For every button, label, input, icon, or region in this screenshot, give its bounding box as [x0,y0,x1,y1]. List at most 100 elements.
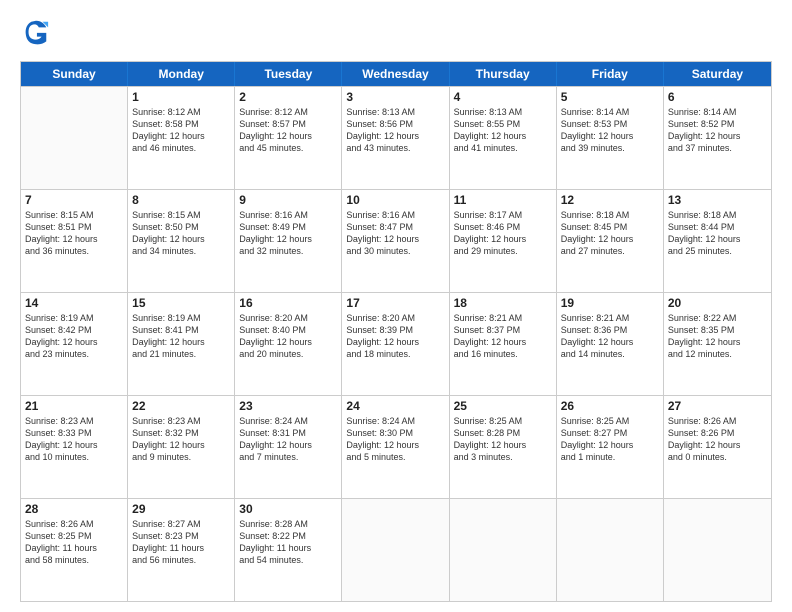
day-number: 13 [668,193,767,207]
header-day-friday: Friday [557,62,664,86]
day-details: Sunrise: 8:15 AMSunset: 8:51 PMDaylight:… [25,209,123,258]
calendar-day-12: 12 Sunrise: 8:18 AMSunset: 8:45 PMDayligh… [557,190,664,292]
calendar-day-23: 23 Sunrise: 8:24 AMSunset: 8:31 PMDayligh… [235,396,342,498]
calendar-day-16: 16Sunrise: 8:20 AMSunset: 8:40 PMDayligh… [235,293,342,395]
day-number: 24 [346,399,444,413]
calendar-day-25: 25 Sunrise: 8:25 AMSunset: 8:28 PMDayligh… [450,396,557,498]
day-number: 11 [454,193,552,207]
calendar-empty [664,499,771,601]
calendar-day-15: 15 Sunrise: 8:19 AMSunset: 8:41 PMDayligh… [128,293,235,395]
calendar-day-17: 17 Sunrise: 8:20 AMSunset: 8:39 PMDayligh… [342,293,449,395]
day-number: 29 [132,502,230,516]
day-details: Sunrise: 8:13 AMSunset: 8:55 PMDaylight:… [454,106,552,155]
calendar-day-27: 27 Sunrise: 8:26 AMSunset: 8:26 PMDayligh… [664,396,771,498]
day-number: 30 [239,502,337,516]
day-details: Sunrise: 8:24 AMSunset: 8:31 PMDaylight:… [239,415,337,464]
calendar-empty [21,87,128,189]
header-day-thursday: Thursday [450,62,557,86]
calendar-day-18: 18 Sunrise: 8:21 AMSunset: 8:37 PMDayligh… [450,293,557,395]
day-number: 3 [346,90,444,104]
day-details: Sunrise: 8:20 AMSunset: 8:39 PMDaylight:… [346,312,444,361]
day-details: Sunrise: 8:21 AMSunset: 8:37 PMDaylight:… [454,312,552,361]
logo-icon [22,18,50,46]
day-details: Sunrise: 8:27 AMSunset: 8:23 PMDaylight:… [132,518,230,567]
calendar-day-10: 10 Sunrise: 8:16 AMSunset: 8:47 PMDayligh… [342,190,449,292]
day-number: 6 [668,90,767,104]
day-number: 9 [239,193,337,207]
calendar-day-8: 8Sunrise: 8:15 AMSunset: 8:50 PMDaylight… [128,190,235,292]
calendar-week-3: 14 Sunrise: 8:19 AMSunset: 8:42 PMDayligh… [21,292,771,395]
calendar-day-11: 11 Sunrise: 8:17 AMSunset: 8:46 PMDayligh… [450,190,557,292]
day-number: 19 [561,296,659,310]
day-details: Sunrise: 8:14 AMSunset: 8:52 PMDaylight:… [668,106,767,155]
day-details: Sunrise: 8:23 AMSunset: 8:32 PMDaylight:… [132,415,230,464]
day-number: 23 [239,399,337,413]
day-number: 12 [561,193,659,207]
calendar-day-5: 5Sunrise: 8:14 AMSunset: 8:53 PMDaylight… [557,87,664,189]
day-number: 8 [132,193,230,207]
day-number: 10 [346,193,444,207]
calendar-day-6: 6 Sunrise: 8:14 AMSunset: 8:52 PMDaylight… [664,87,771,189]
logo [20,18,52,51]
calendar: SundayMondayTuesdayWednesdayThursdayFrid… [20,61,772,602]
day-number: 20 [668,296,767,310]
calendar-day-3: 3 Sunrise: 8:13 AMSunset: 8:56 PMDaylight… [342,87,449,189]
day-number: 1 [132,90,230,104]
calendar-day-22: 22 Sunrise: 8:23 AMSunset: 8:32 PMDayligh… [128,396,235,498]
calendar-day-4: 4 Sunrise: 8:13 AMSunset: 8:55 PMDaylight… [450,87,557,189]
day-details: Sunrise: 8:12 AMSunset: 8:58 PMDaylight:… [132,106,230,155]
day-number: 21 [25,399,123,413]
calendar-week-4: 21 Sunrise: 8:23 AMSunset: 8:33 PMDayligh… [21,395,771,498]
day-number: 18 [454,296,552,310]
day-number: 26 [561,399,659,413]
header-day-tuesday: Tuesday [235,62,342,86]
day-number: 27 [668,399,767,413]
calendar-day-14: 14 Sunrise: 8:19 AMSunset: 8:42 PMDayligh… [21,293,128,395]
day-details: Sunrise: 8:19 AMSunset: 8:41 PMDaylight:… [132,312,230,361]
day-details: Sunrise: 8:25 AMSunset: 8:28 PMDaylight:… [454,415,552,464]
day-details: Sunrise: 8:26 AMSunset: 8:26 PMDaylight:… [668,415,767,464]
day-number: 22 [132,399,230,413]
day-details: Sunrise: 8:18 AMSunset: 8:45 PMDaylight:… [561,209,659,258]
calendar-week-5: 28 Sunrise: 8:26 AMSunset: 8:25 PMDayligh… [21,498,771,601]
day-details: Sunrise: 8:24 AMSunset: 8:30 PMDaylight:… [346,415,444,464]
day-number: 28 [25,502,123,516]
calendar-day-7: 7 Sunrise: 8:15 AMSunset: 8:51 PMDaylight… [21,190,128,292]
calendar-day-24: 24 Sunrise: 8:24 AMSunset: 8:30 PMDayligh… [342,396,449,498]
day-details: Sunrise: 8:14 AMSunset: 8:53 PMDaylight:… [561,106,659,155]
calendar-day-20: 20 Sunrise: 8:22 AMSunset: 8:35 PMDayligh… [664,293,771,395]
calendar-day-29: 29 Sunrise: 8:27 AMSunset: 8:23 PMDayligh… [128,499,235,601]
day-number: 25 [454,399,552,413]
day-details: Sunrise: 8:17 AMSunset: 8:46 PMDaylight:… [454,209,552,258]
day-number: 2 [239,90,337,104]
header-day-monday: Monday [128,62,235,86]
calendar-header: SundayMondayTuesdayWednesdayThursdayFrid… [21,62,771,86]
day-details: Sunrise: 8:13 AMSunset: 8:56 PMDaylight:… [346,106,444,155]
calendar-day-2: 2 Sunrise: 8:12 AMSunset: 8:57 PMDaylight… [235,87,342,189]
day-number: 4 [454,90,552,104]
calendar-day-26: 26Sunrise: 8:25 AMSunset: 8:27 PMDayligh… [557,396,664,498]
calendar-day-19: 19 Sunrise: 8:21 AMSunset: 8:36 PMDayligh… [557,293,664,395]
calendar-body: 1 Sunrise: 8:12 AMSunset: 8:58 PMDaylight… [21,86,771,601]
calendar-empty [450,499,557,601]
calendar-week-2: 7 Sunrise: 8:15 AMSunset: 8:51 PMDaylight… [21,189,771,292]
day-details: Sunrise: 8:21 AMSunset: 8:36 PMDaylight:… [561,312,659,361]
day-details: Sunrise: 8:28 AMSunset: 8:22 PMDaylight:… [239,518,337,567]
calendar-empty [342,499,449,601]
header-day-sunday: Sunday [21,62,128,86]
day-details: Sunrise: 8:12 AMSunset: 8:57 PMDaylight:… [239,106,337,155]
calendar-day-28: 28 Sunrise: 8:26 AMSunset: 8:25 PMDayligh… [21,499,128,601]
day-details: Sunrise: 8:23 AMSunset: 8:33 PMDaylight:… [25,415,123,464]
day-details: Sunrise: 8:16 AMSunset: 8:47 PMDaylight:… [346,209,444,258]
day-number: 7 [25,193,123,207]
day-number: 17 [346,296,444,310]
day-number: 15 [132,296,230,310]
day-details: Sunrise: 8:20 AMSunset: 8:40 PMDaylight:… [239,312,337,361]
calendar-day-1: 1 Sunrise: 8:12 AMSunset: 8:58 PMDaylight… [128,87,235,189]
day-number: 14 [25,296,123,310]
day-details: Sunrise: 8:19 AMSunset: 8:42 PMDaylight:… [25,312,123,361]
day-details: Sunrise: 8:22 AMSunset: 8:35 PMDaylight:… [668,312,767,361]
calendar-day-13: 13Sunrise: 8:18 AMSunset: 8:44 PMDayligh… [664,190,771,292]
header-day-saturday: Saturday [664,62,771,86]
day-details: Sunrise: 8:26 AMSunset: 8:25 PMDaylight:… [25,518,123,567]
